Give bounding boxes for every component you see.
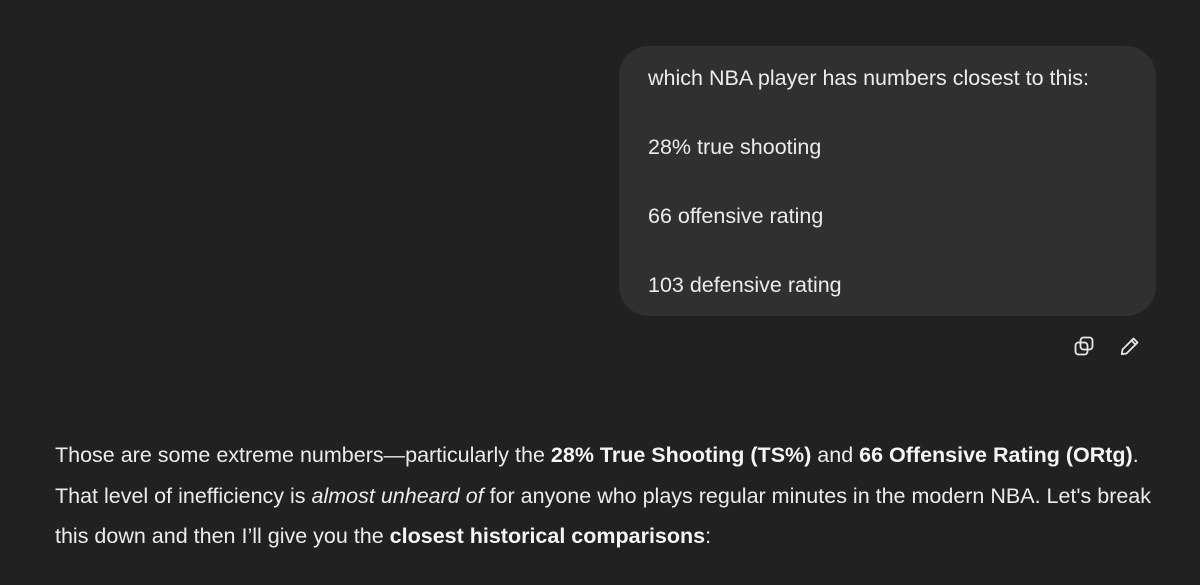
chat-conversation: which NBA player has numbers closest to … bbox=[0, 0, 1200, 585]
user-message-line: 66 offensive rating bbox=[648, 204, 824, 228]
assistant-bold-segment: 66 Offensive Rating (ORtg) bbox=[859, 443, 1133, 467]
assistant-text-segment: and bbox=[811, 443, 860, 467]
copy-button[interactable] bbox=[1068, 330, 1100, 362]
user-message-line: 103 defensive rating bbox=[648, 273, 842, 297]
assistant-text-segment: Those are some extreme numbers—particula… bbox=[55, 443, 551, 467]
assistant-text-segment: : bbox=[705, 524, 712, 548]
copy-icon bbox=[1074, 336, 1094, 356]
user-message-line: which NBA player has numbers closest to … bbox=[648, 66, 1089, 90]
user-message-line: 28% true shooting bbox=[648, 135, 822, 159]
assistant-bold-segment: closest historical comparisons bbox=[389, 524, 706, 548]
edit-message-button[interactable] bbox=[1114, 330, 1146, 362]
assistant-italic-segment: almost unheard of bbox=[311, 483, 484, 508]
user-message-actions bbox=[1068, 330, 1146, 362]
assistant-bold-segment: 28% True Shooting (TS%) bbox=[550, 443, 812, 467]
user-message-bubble: which NBA player has numbers closest to … bbox=[619, 46, 1156, 316]
edit-pencil-icon bbox=[1120, 337, 1139, 356]
assistant-message-text: Those are some extreme numbers—particula… bbox=[55, 435, 1165, 557]
